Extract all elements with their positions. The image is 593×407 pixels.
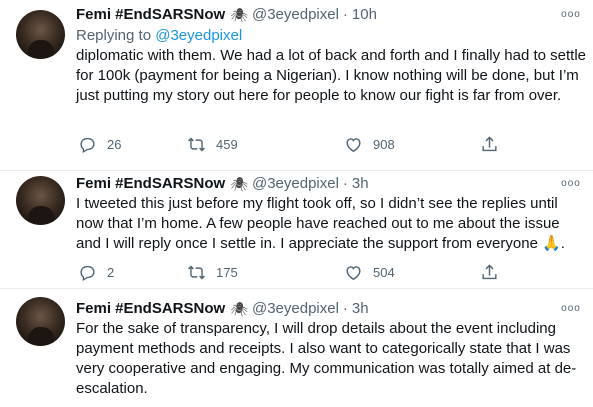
tweet-text: I tweeted this just before my flight too… [76, 195, 565, 252]
reply-icon [80, 137, 95, 153]
share-button[interactable] [480, 262, 509, 282]
tweet-text: For the sake of transparency, I will dro… [76, 320, 577, 397]
retweet-icon [188, 265, 205, 279]
like-button[interactable]: 908 [344, 134, 395, 154]
spider-emoji: 🕷 [230, 176, 248, 192]
like-icon [346, 137, 361, 152]
separator-dot: · [342, 6, 348, 23]
tweet-header: Femi #EndSARSNow 🕷 @3eyedpixel · 3h [76, 299, 369, 319]
retweet-count: 459 [216, 136, 238, 152]
user-handle[interactable]: @3eyedpixel [252, 5, 339, 25]
like-count: 504 [373, 264, 395, 280]
user-handle[interactable]: @3eyedpixel [252, 299, 339, 319]
timestamp[interactable]: 3h [352, 174, 369, 194]
tweet-header: Femi #EndSARSNow 🕷 @3eyedpixel · 10h [76, 5, 377, 25]
share-icon [482, 263, 497, 279]
reply-count: 26 [107, 136, 122, 152]
reply-button[interactable]: 2 [78, 262, 114, 282]
retweet-icon [188, 137, 205, 151]
like-icon [346, 265, 361, 280]
retweet-button[interactable]: 459 [187, 134, 238, 154]
tweet-actions: 26 459 908 [76, 134, 516, 154]
display-name[interactable]: Femi #EndSARSNow [76, 299, 225, 319]
spider-emoji: 🕷 [230, 301, 248, 317]
like-count: 908 [373, 136, 395, 152]
tweet[interactable]: Femi #EndSARSNow 🕷 @3eyedpixel · 10h ooo… [0, 0, 593, 171]
share-button[interactable] [480, 134, 509, 154]
timestamp[interactable]: 3h [352, 299, 369, 319]
tweet[interactable]: Femi #EndSARSNow 🕷 @3eyedpixel · 3h ooo … [0, 289, 593, 407]
like-button[interactable]: 504 [344, 262, 395, 282]
reply-button[interactable]: 26 [78, 134, 121, 154]
retweet-count: 175 [216, 264, 238, 280]
share-icon [482, 135, 497, 151]
reply-count: 2 [107, 264, 115, 280]
spider-emoji: 🕷 [230, 7, 248, 23]
more-icon[interactable]: ooo [561, 179, 581, 189]
separator-dot: · [342, 175, 348, 192]
more-icon[interactable]: ooo [561, 304, 581, 314]
retweet-button[interactable]: 175 [187, 262, 238, 282]
tweet-actions: 2 175 504 [76, 262, 516, 282]
timestamp[interactable]: 10h [352, 5, 377, 25]
tweet-text: diplomatic with them. We had a lot of ba… [76, 47, 587, 104]
user-handle[interactable]: @3eyedpixel [252, 174, 339, 194]
avatar[interactable] [16, 297, 65, 346]
tweet[interactable]: Femi #EndSARSNow 🕷 @3eyedpixel · 3h ooo … [0, 171, 593, 289]
avatar[interactable] [16, 10, 65, 59]
avatar[interactable] [16, 176, 65, 225]
display-name[interactable]: Femi #EndSARSNow [76, 174, 225, 194]
replying-prefix: Replying to [76, 27, 152, 44]
more-icon[interactable]: ooo [561, 10, 581, 20]
reply-icon [80, 265, 95, 281]
replying-to: Replying to @3eyedpixel [76, 26, 242, 46]
separator-dot: · [342, 300, 348, 317]
tweet-header: Femi #EndSARSNow 🕷 @3eyedpixel · 3h [76, 174, 369, 194]
display-name[interactable]: Femi #EndSARSNow [76, 5, 225, 25]
replying-handle-link[interactable]: @3eyedpixel [155, 27, 242, 44]
